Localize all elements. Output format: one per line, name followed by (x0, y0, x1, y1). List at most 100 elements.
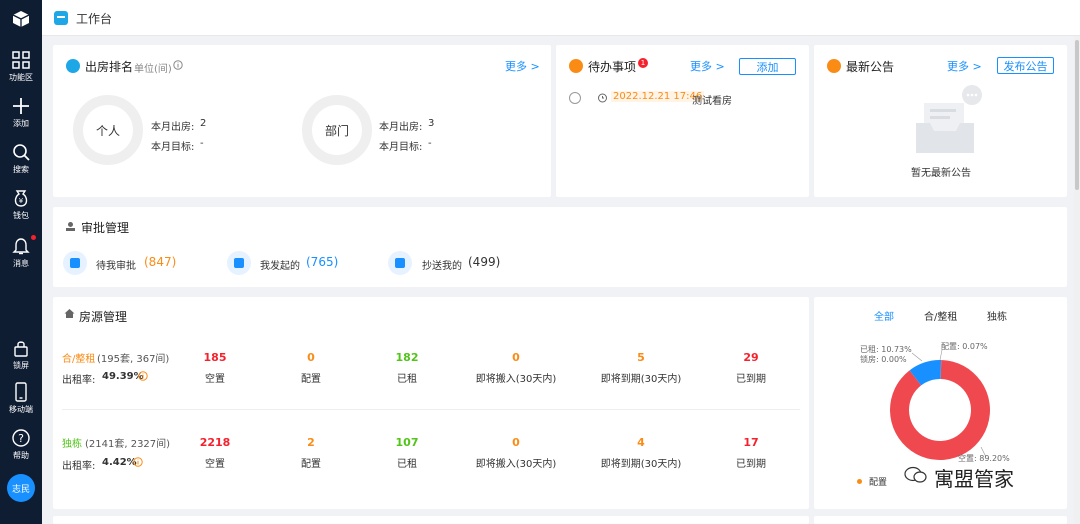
info-icon[interactable] (138, 371, 148, 381)
cc-me-count[interactable]: (499) (468, 255, 500, 269)
nav-label: 钱包 (13, 211, 29, 220)
todo-more-link[interactable]: 更多 > (690, 58, 725, 74)
department-label: 部门 (324, 123, 349, 138)
initiated-label[interactable]: 我发起的 (260, 257, 300, 272)
page-scroll-thumb[interactable] (1075, 40, 1079, 190)
group-detached-rate-value: 4.42% (102, 457, 137, 468)
notice-card: 最新公告 更多 > 发布公告 暂无最新公告 (814, 45, 1067, 197)
stat-label: 已租 (397, 374, 417, 385)
department-rent-value: 3 (428, 118, 435, 129)
todo-add-button[interactable]: 添加 (739, 58, 796, 75)
todo-text[interactable]: 测试看房 (692, 92, 732, 107)
nav-label: 功能区 (9, 73, 33, 82)
stat-value[interactable]: 0 (456, 351, 576, 364)
ranking-title: 出房排名 (85, 60, 134, 74)
nav-label: 帮助 (13, 451, 29, 460)
bottom-card-right (814, 516, 1067, 524)
donut-card: 全部 合/整租 独栋 已租: 10.73% 锁房: 0.00% 配置: 0.07… (814, 297, 1067, 509)
nav-mobile[interactable]: 移动端 (0, 382, 42, 415)
legend-config[interactable]: 配置 (869, 475, 887, 488)
svg-text:?: ? (18, 432, 24, 445)
group-shared-name[interactable]: 合/整租 (62, 350, 95, 365)
stat-value[interactable]: 182 (347, 351, 467, 364)
empty-notice-text: 暂无最新公告 (911, 168, 971, 179)
workbench-tab-icon (54, 11, 68, 25)
pending-approval-icon (63, 251, 87, 275)
publish-notice-button[interactable]: 发布公告 (997, 57, 1054, 74)
stat-label: 已到期 (736, 459, 766, 470)
group-detached-name[interactable]: 独栋 (62, 435, 82, 450)
department-rent-label: 本月出房: (379, 122, 423, 133)
notice-more-link[interactable]: 更多 > (947, 58, 982, 74)
stat-value[interactable]: 17 (691, 436, 811, 449)
svg-text:¥: ¥ (19, 197, 24, 205)
stat-label: 即将到期(30天内) (600, 459, 682, 470)
user-avatar[interactable]: 志民 (7, 474, 35, 502)
initiated-count[interactable]: (765) (306, 255, 338, 269)
nav-function-area[interactable]: 功能区 (0, 50, 42, 83)
personal-target-label: 本月目标: (151, 142, 195, 153)
housing-title: 房源管理 (79, 310, 128, 324)
bottom-card-left (53, 516, 809, 524)
personal-rent-label: 本月出房: (151, 122, 195, 133)
cc-me-icon (388, 251, 412, 275)
initiated-icon (227, 251, 251, 275)
todo-badge: 1 (638, 58, 648, 68)
legend-config-dot (857, 479, 862, 484)
message-unread-dot (31, 235, 36, 240)
ranking-icon (66, 59, 80, 73)
search-icon (13, 144, 30, 161)
app-logo[interactable] (0, 0, 42, 38)
bell-icon (12, 238, 30, 255)
nav-label: 搜索 (13, 165, 29, 174)
stat-label: 即将搬入(30天内) (475, 374, 557, 385)
nav-messages[interactable]: 消息 (0, 236, 42, 269)
lock-icon (14, 341, 28, 357)
plus-icon (13, 98, 29, 114)
personal-rent-value: 2 (200, 118, 207, 129)
nav-lock-screen[interactable]: 锁屏 (0, 338, 42, 371)
nav-label: 消息 (13, 259, 29, 268)
todo-card: 待办事项 1 更多 > 添加 2022.12.21 17:46 测试看房 (556, 45, 809, 197)
cc-me-label[interactable]: 抄送我的 (422, 257, 462, 272)
pending-approval-count[interactable]: (847) (144, 255, 176, 269)
personal-label: 个人 (95, 123, 120, 138)
cube-logo-icon (12, 11, 30, 27)
group-shared-rate-label: 出租率: (62, 375, 96, 386)
stat-value[interactable]: 4 (581, 436, 701, 449)
stat-label: 已到期 (736, 374, 766, 385)
personal-ring: 个人 (73, 95, 143, 165)
label-config: 配置: 0.07% (941, 342, 988, 351)
department-ring: 部门 (302, 95, 372, 165)
nav-help[interactable]: ? 帮助 (0, 428, 42, 461)
ranking-more-link[interactable]: 更多 > (505, 58, 540, 74)
info-icon[interactable] (133, 457, 143, 467)
approval-title: 审批管理 (81, 221, 130, 235)
stat-value[interactable]: 29 (691, 351, 811, 364)
tab-workbench[interactable]: 工作台 (76, 10, 112, 27)
empty-inbox-icon (916, 85, 982, 153)
user-stamp-icon (66, 222, 75, 231)
personal-target-value: - (200, 138, 204, 149)
pending-approval-label[interactable]: 待我审批 (96, 257, 136, 272)
notice-title: 最新公告 (846, 60, 895, 74)
nav-add[interactable]: 添加 (0, 96, 42, 129)
megaphone-icon (827, 59, 841, 73)
topbar: 工作台 (42, 0, 1080, 36)
stat-value[interactable]: 0 (456, 436, 576, 449)
approval-card: 审批管理 待我审批 (847) 我发起的 (765) 抄送我的 (499) (53, 207, 1067, 287)
nav-search[interactable]: 搜索 (0, 142, 42, 175)
mobile-icon (15, 382, 27, 402)
info-icon[interactable] (173, 60, 183, 70)
todo-checkbox[interactable] (569, 92, 581, 104)
ranking-unit: 单位(间) (134, 64, 172, 75)
group-divider (62, 409, 800, 410)
stat-value[interactable]: 107 (347, 436, 467, 449)
todo-time: 2022.12.21 17:46 (611, 91, 705, 102)
nav-label: 添加 (13, 119, 29, 128)
stat-label: 已租 (397, 459, 417, 470)
stat-value[interactable]: 5 (581, 351, 701, 364)
todo-icon (569, 59, 583, 73)
nav-wallet[interactable]: ¥ 钱包 (0, 188, 42, 221)
wechat-icon (904, 466, 927, 483)
